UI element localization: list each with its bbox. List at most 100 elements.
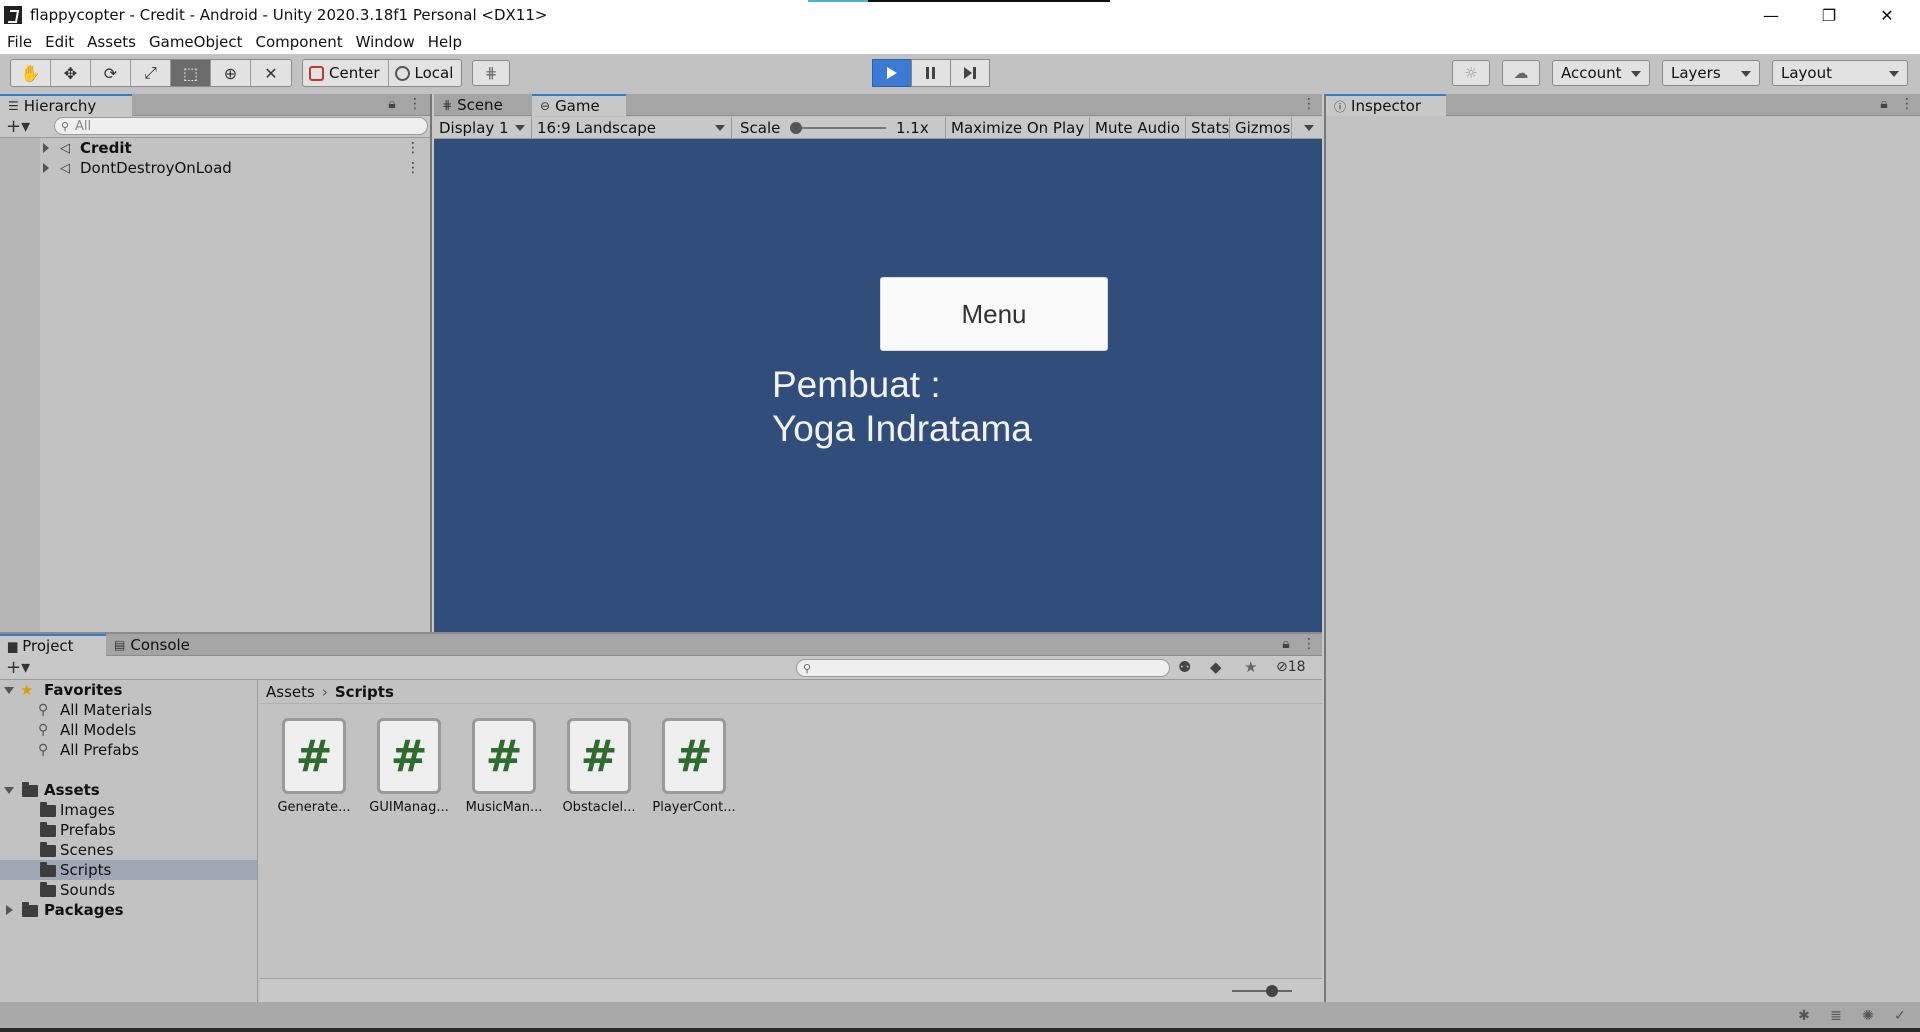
grid-snap-icon[interactable]: ⋕ (472, 60, 510, 86)
restore-button[interactable]: ❐ (1800, 0, 1858, 30)
tree-favorites[interactable]: ★ Favorites (0, 680, 257, 700)
lock-icon[interactable]: 🔒︎ (1280, 637, 1292, 651)
panel-menu-icon[interactable]: ⋮ (1302, 97, 1316, 111)
play-button[interactable] (872, 59, 912, 87)
menu-window[interactable]: Window (356, 33, 415, 51)
expand-arrow-icon[interactable] (43, 163, 49, 173)
layers-stack-icon[interactable]: ≣ (1826, 1008, 1846, 1026)
expand-arrow-icon[interactable] (43, 143, 49, 153)
tab-project[interactable]: ▆ Project (0, 634, 106, 656)
account-dropdown[interactable]: Account (1552, 60, 1650, 86)
script-asset[interactable]: # Obstaclel... (549, 718, 636, 818)
menu-edit[interactable]: Edit (45, 33, 74, 51)
panel-menu-icon[interactable]: ⋮ (1302, 637, 1316, 651)
mute-audio-toggle[interactable]: Mute Audio (1090, 117, 1186, 139)
tree-label: All Prefabs (60, 741, 140, 759)
pause-button[interactable] (911, 59, 951, 87)
asset-label: PlayerCont... (652, 800, 736, 815)
rect-tool-icon[interactable]: ⬚ (171, 60, 211, 86)
menu-component[interactable]: Component (256, 33, 343, 51)
favorite-star-icon[interactable]: ★ (1244, 658, 1257, 676)
breadcrumb-scripts[interactable]: Scripts (335, 683, 394, 701)
menu-file[interactable]: File (7, 33, 32, 51)
aspect-dropdown[interactable]: 16:9 Landscape (532, 117, 732, 139)
collapse-arrow-icon[interactable] (4, 786, 14, 794)
hierarchy-item-credit[interactable]: ◁ Credit ⋮ (40, 138, 430, 158)
rotate-tool-icon[interactable]: ⟳ (91, 60, 131, 86)
hierarchy-item-dontdestroyonload[interactable]: ◁ DontDestroyOnLoad ⋮ (40, 158, 430, 178)
check-circle-icon[interactable]: ✓ (1890, 1008, 1910, 1026)
icon-size-slider-track[interactable] (1232, 990, 1292, 992)
breadcrumb-assets[interactable]: Assets (266, 683, 315, 701)
close-button[interactable]: ✕ (1858, 0, 1916, 30)
tree-all-prefabs[interactable]: ⚲ All Prefabs (0, 740, 257, 760)
layout-dropdown[interactable]: Layout (1772, 60, 1908, 86)
gizmos-toggle[interactable]: Gizmos (1230, 117, 1292, 139)
pivot-center-label: Center (329, 64, 380, 82)
script-asset[interactable]: # MusicMan... (454, 718, 542, 818)
tree-packages[interactable]: Packages (0, 900, 257, 920)
tree-folder-sounds[interactable]: Sounds (0, 880, 257, 900)
auto-generate-icon[interactable]: ✺ (1858, 1008, 1878, 1026)
script-asset[interactable]: # GUIManag... (359, 718, 449, 818)
tree-all-materials[interactable]: ⚲ All Materials (0, 700, 257, 720)
hand-tool-icon[interactable]: ✋ (11, 60, 51, 86)
cloud-icon[interactable]: ☁ (1502, 60, 1540, 86)
scale-slider-track[interactable] (794, 127, 886, 129)
maximize-on-play-toggle[interactable]: Maximize On Play (946, 117, 1090, 139)
move-tool-icon[interactable]: ✥ (51, 60, 91, 86)
transform-tools: ✋ ✥ ⟳ ⤢ ⬚ ⊕ ✕ (10, 59, 292, 87)
hierarchy-search-input[interactable]: ⚲ All (54, 117, 428, 135)
pivot-local-button[interactable]: Local (389, 60, 462, 86)
menu-gameobject[interactable]: GameObject (149, 33, 243, 51)
tab-scene[interactable]: ⋕ Scene (434, 94, 530, 116)
tab-hierarchy[interactable]: ☰ Hierarchy (0, 94, 132, 116)
filter-label-icon[interactable]: ◆ (1210, 658, 1222, 676)
tree-folder-scripts[interactable]: Scripts (0, 860, 257, 880)
icon-size-slider-thumb[interactable] (1266, 985, 1278, 997)
menu-help[interactable]: Help (428, 33, 462, 51)
scale-slider-thumb[interactable] (790, 122, 802, 134)
tree-all-models[interactable]: ⚲ All Models (0, 720, 257, 740)
collapse-arrow-icon[interactable] (4, 686, 14, 694)
pivot-center-button[interactable]: Center (303, 60, 389, 86)
stats-toggle[interactable]: Stats (1186, 117, 1230, 139)
local-icon (394, 65, 410, 81)
tab-inspector[interactable]: ⓘ Inspector (1326, 94, 1446, 116)
tree-folder-images[interactable]: Images (0, 800, 257, 820)
tree-assets[interactable]: Assets (0, 780, 257, 800)
scale-tool-icon[interactable]: ⤢ (131, 60, 171, 86)
kebab-menu-icon[interactable]: ⋮ (406, 140, 420, 156)
game-canvas[interactable]: Menu Pembuat : Yoga Indratama (434, 139, 1322, 632)
expand-arrow-icon[interactable] (6, 905, 13, 915)
layers-dropdown[interactable]: Layers (1662, 60, 1760, 86)
menu-assets[interactable]: Assets (87, 33, 136, 51)
tree-folder-prefabs[interactable]: Prefabs (0, 820, 257, 840)
menu-button[interactable]: Menu (880, 277, 1108, 351)
step-button[interactable] (950, 59, 990, 87)
gizmos-dropdown[interactable] (1292, 117, 1320, 139)
custom-tool-icon[interactable]: ✕ (251, 60, 291, 86)
create-plus-icon[interactable]: +▾ (6, 657, 30, 678)
minimize-button[interactable]: — (1742, 0, 1800, 30)
project-search-input[interactable]: ⚲ (796, 659, 1170, 677)
tree-folder-scenes[interactable]: Scenes (0, 840, 257, 860)
game-panel: ⋕ Scene ⊖ Game ⋮ Display 1 16:9 Landscape … (434, 94, 1322, 632)
display-dropdown[interactable]: Display 1 (434, 117, 532, 139)
hidden-count-toggle[interactable]: ⊘18 (1276, 659, 1306, 675)
scene-icon: ◁ (60, 140, 70, 156)
kebab-menu-icon[interactable]: ⋮ (406, 160, 420, 176)
bug-icon[interactable]: ✱ (1794, 1008, 1814, 1026)
transform-tool-icon[interactable]: ⊕ (211, 60, 251, 86)
collab-icon[interactable]: ☼ (1452, 60, 1490, 86)
tab-game[interactable]: ⊖ Game (532, 94, 626, 116)
tab-console[interactable]: ▤ Console (106, 634, 210, 656)
panel-menu-icon[interactable]: ⋮ (408, 97, 422, 111)
panel-menu-icon[interactable]: ⋮ (1900, 97, 1914, 111)
script-asset[interactable]: # PlayerCont... (644, 718, 736, 818)
filter-type-icon[interactable]: ⚉ (1178, 658, 1191, 676)
lock-icon[interactable]: 🔒︎ (1878, 97, 1890, 111)
script-asset[interactable]: # Generate... (264, 718, 351, 818)
lock-icon[interactable]: 🔒︎ (386, 97, 398, 111)
create-plus-icon[interactable]: +▾ (6, 116, 30, 137)
